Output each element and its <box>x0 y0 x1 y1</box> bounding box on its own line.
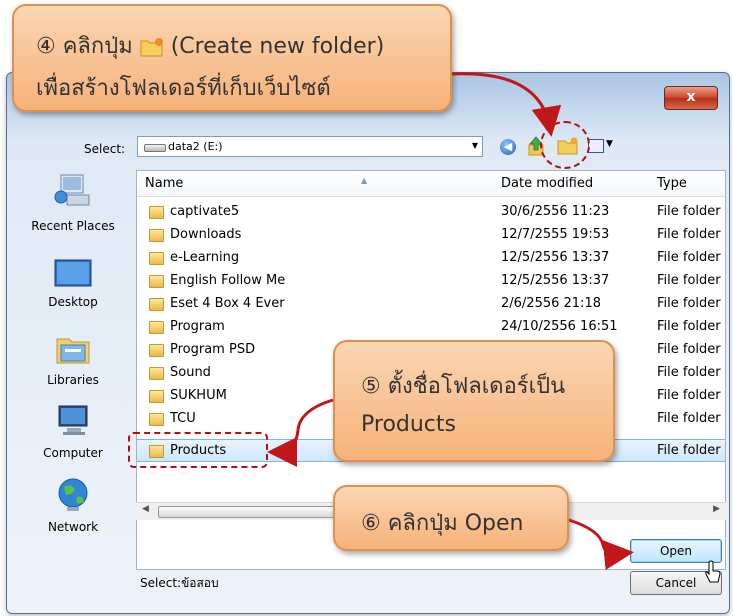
list-item[interactable]: captivate5 30/6/2556 11:23 File folder <box>137 201 725 224</box>
libraries-icon <box>56 338 90 364</box>
callout-step-5: ⑤ ตั้งชื่อโฟลเดอร์เป็น Products <box>333 340 615 462</box>
column-header-type[interactable]: Type <box>657 176 687 191</box>
selected-folder-label: Select:ข้อสอบ <box>140 576 219 590</box>
drive-icon <box>144 144 166 152</box>
file-type: File folder <box>657 273 721 288</box>
scrollbar-thumb[interactable] <box>158 506 360 518</box>
place-recent-places[interactable]: Recent Places <box>18 167 128 242</box>
file-date: 30/6/2556 11:23 <box>501 204 610 219</box>
views-chevron-icon[interactable]: ▼ <box>606 139 613 149</box>
file-type: File folder <box>657 319 721 334</box>
file-name: captivate5 <box>170 204 240 219</box>
file-name: TCU <box>170 411 196 426</box>
place-libraries[interactable]: Libraries <box>18 327 128 402</box>
drive-name: data2 (E:) <box>168 140 223 153</box>
file-name: Eset 4 Box 4 Ever <box>170 296 285 311</box>
file-name: Program PSD <box>170 342 256 357</box>
new-folder-icon <box>140 38 163 57</box>
file-type: File folder <box>657 204 721 219</box>
place-label: Computer <box>43 446 103 460</box>
callout-text: ⑥ คลิกปุ่ม Open <box>361 511 524 536</box>
folder-icon <box>149 344 164 357</box>
callout-text: ⑤ ตั้งชื่อโฟลเดอร์เป็น <box>361 374 566 399</box>
callout-step-4: ④ คลิกปุ่ม (Create new folder) เพื่อสร้า… <box>12 4 452 112</box>
place-label: Recent Places <box>31 219 115 233</box>
file-date: 2/6/2556 21:18 <box>501 296 601 311</box>
mouse-pointer-icon <box>705 560 721 583</box>
sort-ascending-icon: ▲ <box>361 176 368 185</box>
close-button[interactable]: x <box>664 86 718 110</box>
file-type: File folder <box>657 388 721 403</box>
highlight-new-folder <box>540 121 590 169</box>
callout-step-6: ⑥ คลิกปุ่ม Open <box>333 485 569 551</box>
file-name: Program <box>170 319 225 334</box>
folder-icon <box>149 367 164 380</box>
network-globe-icon <box>58 478 88 511</box>
callout-text: เพื่อสร้างโฟลเดอร์ที่เก็บเว็บไซต์ <box>36 76 331 101</box>
column-header-name[interactable]: Name <box>145 176 183 191</box>
callout-text: Products <box>361 412 456 437</box>
views-menu-icon[interactable] <box>588 139 604 153</box>
chevron-down-icon[interactable]: ▼ <box>472 141 478 150</box>
list-item[interactable]: e-Learning 12/5/2556 13:37 File folder <box>137 247 725 270</box>
place-network[interactable]: Network <box>18 477 128 552</box>
file-type: File folder <box>657 296 721 311</box>
file-type: File folder <box>657 250 721 265</box>
scroll-left-icon[interactable]: ◀ <box>142 504 149 514</box>
places-bar: Recent Places Desktop Libraries Computer <box>18 167 128 577</box>
file-name: SUKHUM <box>170 388 227 403</box>
file-list-header: ▲ Name Date modified Type <box>137 171 725 197</box>
callout-text: ④ คลิกปุ่ม <box>36 34 133 59</box>
folder-icon <box>149 298 164 311</box>
drive-dropdown[interactable]: data2 (E:) ▼ <box>137 136 483 157</box>
list-item[interactable]: Eset 4 Box 4 Ever 2/6/2556 21:18 File fo… <box>137 293 725 316</box>
file-type: File folder <box>657 342 721 357</box>
folder-icon <box>149 275 164 288</box>
column-header-date[interactable]: Date modified <box>501 176 593 191</box>
folder-icon <box>149 252 164 265</box>
file-date: 12/5/2556 13:37 <box>501 250 610 265</box>
look-in-label: Select: <box>84 142 126 156</box>
file-date: 24/10/2556 16:51 <box>501 319 618 334</box>
back-arrow-icon[interactable]: ◀ <box>500 139 516 155</box>
list-item[interactable]: Program 24/10/2556 16:51 File folder <box>137 316 725 339</box>
place-label: Libraries <box>47 373 99 387</box>
computer-icon <box>58 405 88 435</box>
highlight-products-row <box>128 432 268 468</box>
file-date: 12/5/2556 13:37 <box>501 273 610 288</box>
list-item[interactable]: English Follow Me 12/5/2556 13:37 File f… <box>137 270 725 293</box>
file-name: English Follow Me <box>170 273 286 288</box>
recent-places-icon <box>54 174 90 206</box>
file-name: Downloads <box>170 227 242 242</box>
file-name: e-Learning <box>170 250 240 265</box>
place-label: Network <box>47 520 99 534</box>
place-label: Desktop <box>48 295 98 309</box>
folder-icon <box>149 229 164 242</box>
callout-line: ④ คลิกปุ่ม (Create new folder) <box>36 28 384 63</box>
list-item[interactable]: Downloads 12/7/2555 19:53 File folder <box>137 224 725 247</box>
desktop-icon <box>54 259 92 287</box>
folder-icon <box>149 321 164 334</box>
file-type: File folder <box>657 411 721 426</box>
place-computer[interactable]: Computer <box>18 403 128 478</box>
folder-icon <box>149 206 164 219</box>
callout-text: (Create new folder) <box>170 34 385 59</box>
folder-icon <box>149 390 164 403</box>
file-type: File folder <box>657 443 721 458</box>
file-type: File folder <box>657 365 721 380</box>
file-date: 12/7/2555 19:53 <box>501 227 610 242</box>
file-type: File folder <box>657 227 721 242</box>
scroll-right-icon[interactable]: ▶ <box>713 504 720 514</box>
file-name: Sound <box>170 365 211 380</box>
folder-icon <box>149 413 164 426</box>
place-desktop[interactable]: Desktop <box>18 245 128 320</box>
